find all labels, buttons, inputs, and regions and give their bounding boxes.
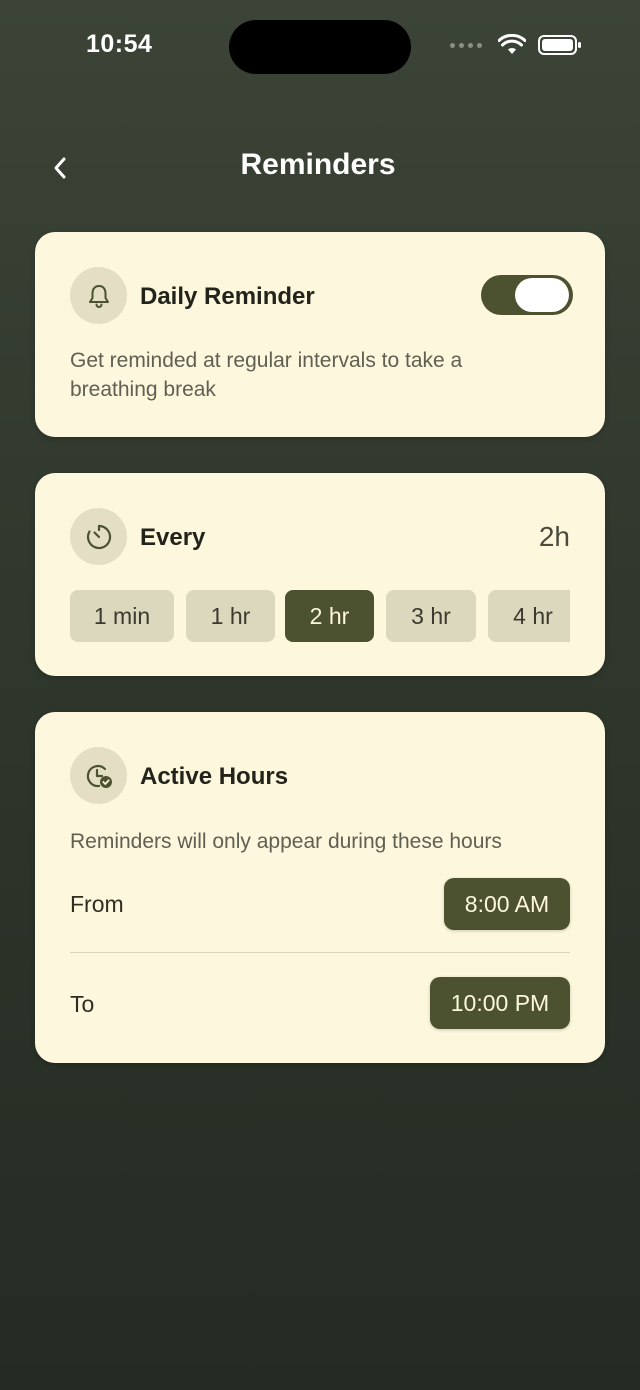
interval-title: Every	[140, 524, 206, 551]
bell-icon	[88, 284, 109, 308]
status-icons	[450, 34, 582, 56]
cellular-signal-icon	[450, 42, 482, 48]
interval-chip-1min[interactable]: 1 min	[70, 590, 174, 642]
daily-reminder-card: Daily Reminder Get reminded at regular i…	[35, 232, 605, 437]
timer-icon-badge	[70, 508, 127, 565]
description-line-1: Get reminded at regular intervals to tak…	[70, 349, 463, 372]
to-label: To	[70, 991, 95, 1017]
from-time-button[interactable]: 8:00 AM	[444, 878, 570, 930]
daily-reminder-description: Get reminded at regular intervals to tak…	[70, 346, 462, 404]
clock-icon-badge	[70, 747, 127, 804]
interval-card: Every 2h 1 min 1 hr 2 hr 3 hr 4 hr	[35, 473, 605, 676]
wifi-icon	[498, 34, 526, 54]
clock-check-icon	[86, 764, 112, 788]
to-time-button[interactable]: 10:00 PM	[430, 977, 570, 1029]
interval-options: 1 min 1 hr 2 hr 3 hr 4 hr	[70, 590, 570, 642]
interval-chip-3hr[interactable]: 3 hr	[386, 590, 476, 642]
daily-reminder-title: Daily Reminder	[140, 283, 315, 310]
active-hours-card: Active Hours Reminders will only appear …	[35, 712, 605, 1063]
active-hours-title: Active Hours	[140, 763, 289, 790]
from-label: From	[70, 891, 124, 917]
page-title: Reminders	[240, 148, 396, 181]
interval-chip-4hr[interactable]: 4 hr	[488, 590, 570, 642]
interval-value: 2h	[538, 521, 570, 552]
battery-icon	[538, 35, 581, 55]
active-hours-description: Reminders will only appear during these …	[70, 830, 502, 853]
divider	[70, 952, 570, 953]
status-bar: 10:54	[0, 0, 640, 100]
bell-icon-badge	[70, 267, 127, 324]
toggle-knob	[515, 278, 569, 312]
timer-icon	[86, 524, 111, 549]
interval-chip-2hr[interactable]: 2 hr	[285, 590, 374, 642]
interval-chip-1hr[interactable]: 1 hr	[186, 590, 275, 642]
daily-reminder-toggle[interactable]	[481, 275, 573, 315]
status-time: 10:54	[86, 30, 153, 58]
dynamic-island	[229, 20, 411, 74]
description-line-2: breathing break	[70, 378, 216, 401]
